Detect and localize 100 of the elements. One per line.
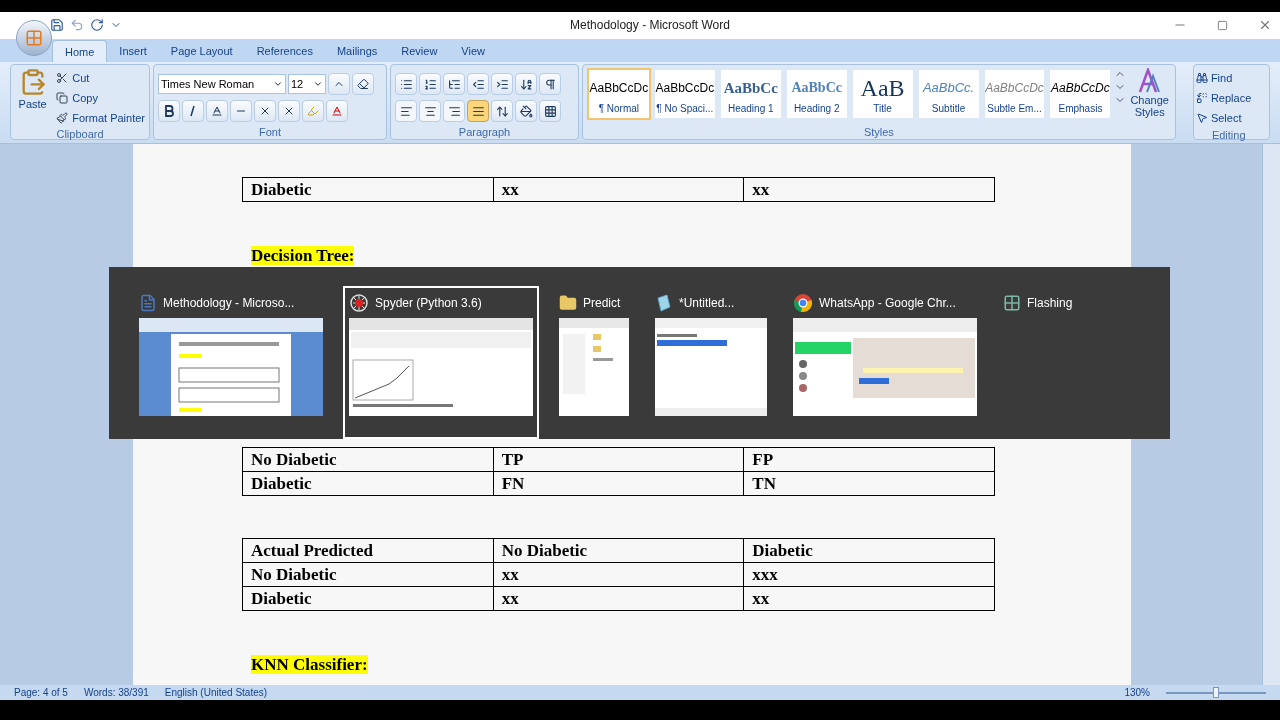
- clipboard-command[interactable]: Copy: [56, 88, 145, 108]
- ribbon-tab[interactable]: View: [449, 40, 497, 63]
- editing-command[interactable]: Select: [1195, 108, 1267, 129]
- borders-icon: [543, 104, 557, 118]
- zoom-level[interactable]: 130%: [1124, 685, 1150, 701]
- multilevel-list-icon: [447, 77, 461, 91]
- table-cell: xx: [493, 562, 744, 587]
- borders-button[interactable]: [539, 100, 562, 123]
- window-name: Spyder (Python 3.6): [375, 295, 482, 313]
- sort-button[interactable]: [515, 73, 538, 96]
- alignment-button[interactable]: [395, 100, 418, 123]
- style-item[interactable]: AaBbCcDc ¶ No Spaci...: [652, 68, 717, 121]
- style-item[interactable]: AaBbCcDc ¶ Normal: [586, 68, 651, 121]
- clipboard-command[interactable]: Format Painter: [56, 108, 145, 128]
- browser-icon: [793, 293, 813, 314]
- decrease-indent-button[interactable]: [467, 73, 490, 96]
- style-item[interactable]: AaBbCc Heading 2: [784, 68, 849, 121]
- section-heading: KNN Classifier:: [251, 655, 368, 675]
- table-cell: xxx: [743, 562, 995, 587]
- table-cell: Diabetic: [242, 471, 494, 496]
- ribbon-tab[interactable]: Review: [389, 40, 450, 63]
- numbering-button[interactable]: [419, 73, 442, 96]
- clipboard-command[interactable]: Cut: [56, 68, 145, 88]
- clear-format-icon: [357, 78, 369, 91]
- office-button[interactable]: [16, 19, 52, 56]
- font-color-button[interactable]: [326, 100, 348, 123]
- redo-icon[interactable]: [90, 18, 104, 33]
- underline-icon: [211, 105, 223, 118]
- alignment-button[interactable]: [419, 100, 442, 123]
- cursor-icon: [1195, 112, 1208, 125]
- window-name: Predict: [583, 295, 621, 313]
- group-label: Editing: [1210, 128, 1247, 143]
- table-cell: Diabetic: [242, 586, 494, 611]
- office-logo-icon: [25, 28, 43, 47]
- bullets-button[interactable]: [395, 73, 418, 96]
- word-count[interactable]: Words: 38/391: [83, 685, 149, 701]
- increase-indent-button[interactable]: [491, 73, 514, 96]
- table-cell: TN: [743, 471, 995, 496]
- style-item[interactable]: AaB Title: [850, 68, 915, 121]
- show-marks-icon: [543, 77, 557, 91]
- table-cell: Actual Predicted: [242, 538, 494, 563]
- group-label: Paragraph: [457, 125, 512, 140]
- table-cell: xx: [743, 586, 995, 611]
- scissors-icon: [56, 71, 69, 84]
- table-cell: No Diabetic: [242, 562, 494, 587]
- alignment-button[interactable]: [467, 100, 490, 123]
- ribbon-tab[interactable]: Insert: [107, 40, 159, 63]
- table-cell: xx: [743, 177, 995, 202]
- table-cell: Diabetic: [743, 538, 995, 563]
- bold-button[interactable]: [158, 100, 180, 123]
- superscript-button[interactable]: [278, 100, 300, 123]
- alignment-button[interactable]: [443, 100, 466, 123]
- increase-indent-icon: [495, 77, 509, 91]
- multilevel-list-button[interactable]: [443, 73, 466, 96]
- window-name: WhatsApp - Google Chr...: [819, 295, 956, 313]
- font-color-icon: [331, 105, 343, 118]
- language[interactable]: English (United States): [164, 685, 268, 701]
- ribbon-tab[interactable]: Page Layout: [158, 40, 245, 63]
- folder-icon: [559, 294, 577, 313]
- brush-icon: [56, 111, 69, 124]
- subscript-button[interactable]: [254, 100, 276, 123]
- ribbon-tab[interactable]: Mailings: [324, 40, 390, 63]
- sort-icon: [519, 77, 533, 91]
- underline-button[interactable]: [206, 100, 228, 123]
- replace-icon: [1195, 92, 1208, 105]
- bold-icon: [164, 105, 174, 118]
- font-name-field[interactable]: Times New Roman: [158, 74, 286, 95]
- show-marks-button[interactable]: [539, 73, 562, 96]
- ribbon-tab[interactable]: Home: [52, 40, 108, 63]
- section-heading: Decision Tree:: [251, 246, 355, 266]
- shading-button[interactable]: [515, 100, 538, 123]
- align-icon: [399, 104, 413, 118]
- align-icon: [447, 104, 461, 118]
- maximize-icon[interactable]: [1217, 19, 1228, 31]
- editing-command[interactable]: Replace: [1195, 88, 1267, 109]
- ribbon-tab[interactable]: References: [244, 40, 325, 63]
- page-count[interactable]: Page: 4 of 5: [14, 685, 68, 701]
- italic-button[interactable]: [182, 100, 204, 123]
- editing-command[interactable]: Find: [1195, 68, 1267, 89]
- font-size-field[interactable]: 12: [288, 74, 326, 95]
- change-styles-button[interactable]: Change Styles: [1128, 68, 1171, 119]
- style-item[interactable]: AaBbCcDc Subtle Em...: [982, 68, 1047, 121]
- zoom-thumb[interactable]: [1213, 686, 1219, 698]
- scrollbar[interactable]: [1262, 144, 1280, 686]
- window-name: Methodology - Microso...: [163, 295, 295, 313]
- window-title: Methodology - Microsoft Word: [569, 17, 731, 35]
- style-item[interactable]: AaBbCcDc Emphasis: [1048, 68, 1113, 121]
- shading-icon: [519, 104, 533, 118]
- switcher-window[interactable]: Spyder (Python 3.6): [343, 286, 539, 440]
- numbering-icon: [423, 77, 437, 91]
- undo-icon[interactable]: [70, 18, 84, 33]
- align-icon: [471, 104, 485, 118]
- paste-button[interactable]: Paste: [15, 68, 51, 128]
- notepad-icon: [655, 294, 673, 313]
- style-item[interactable]: AaBbCc Heading 1: [718, 68, 783, 121]
- clear-format-button[interactable]: [352, 73, 374, 96]
- table-cell: No Diabetic: [493, 538, 744, 563]
- save-icon[interactable]: [50, 18, 64, 33]
- style-item[interactable]: AaBbCc. Subtitle: [916, 68, 981, 121]
- line-spacing-button[interactable]: [491, 100, 514, 123]
